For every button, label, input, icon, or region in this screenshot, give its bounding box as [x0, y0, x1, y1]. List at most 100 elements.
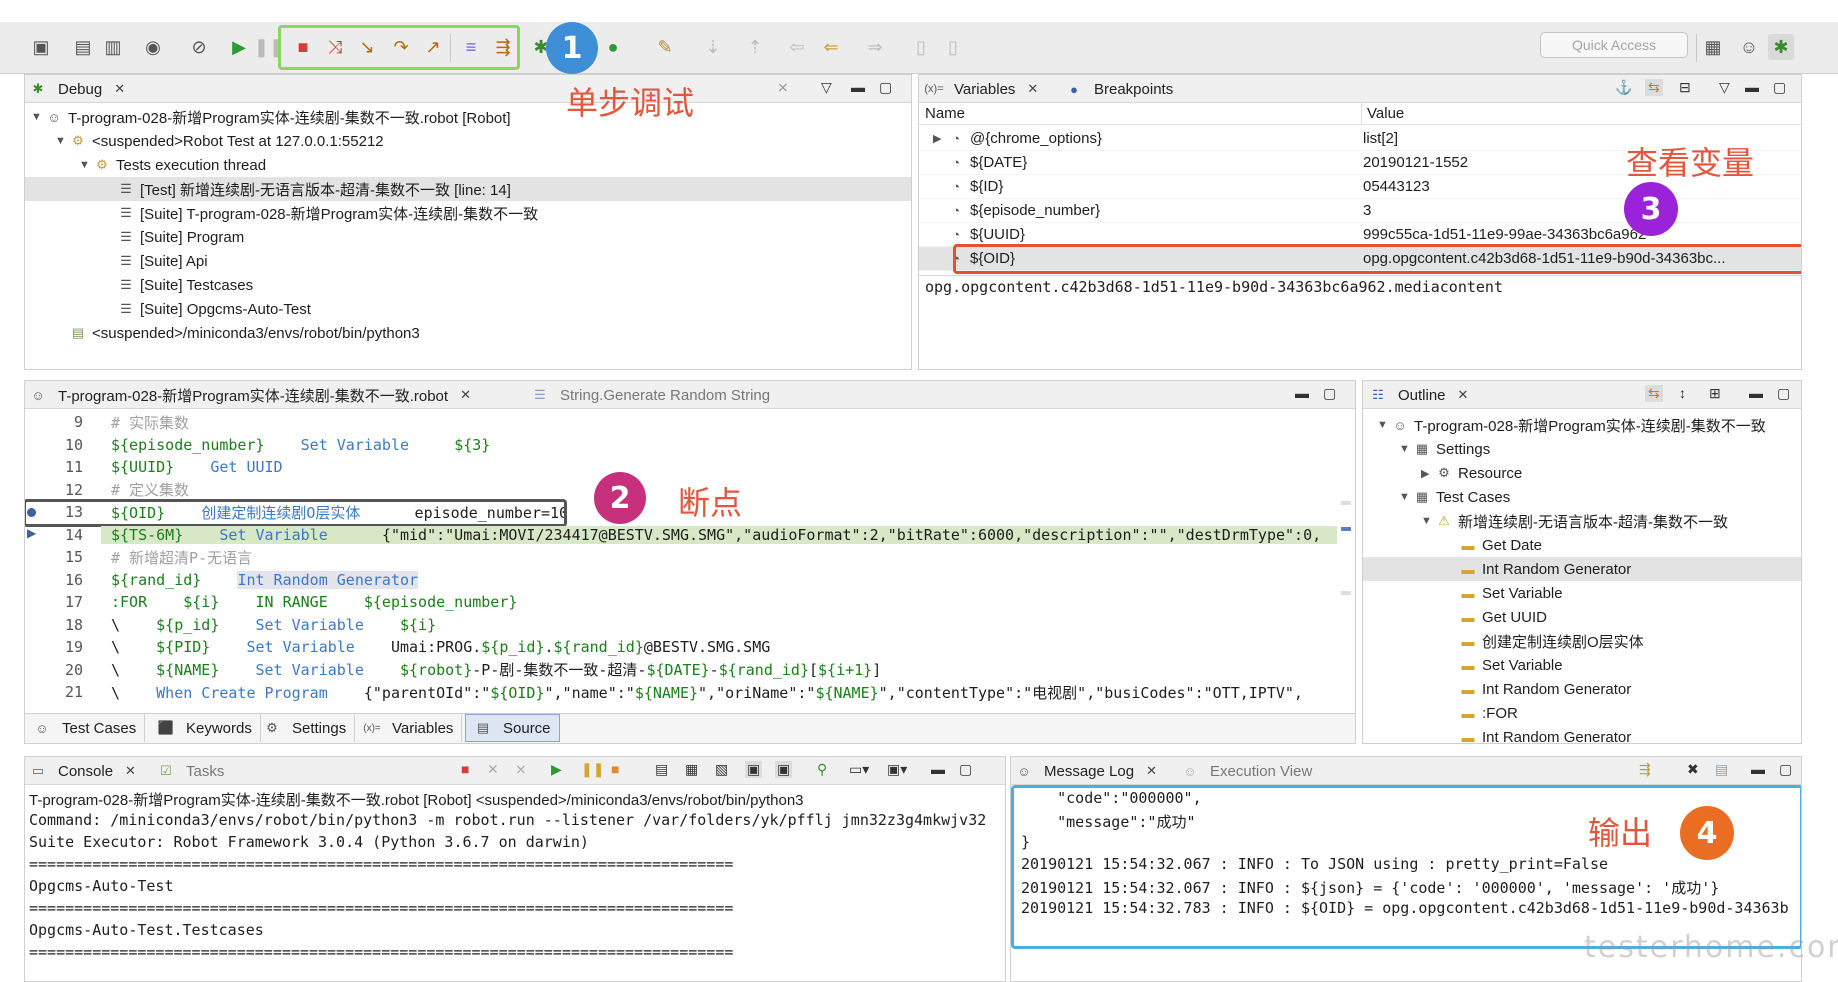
display-console-icon[interactable]: ▭▾: [849, 761, 869, 778]
tab-breakpoints[interactable]: ● Breakpoints: [1065, 75, 1173, 103]
outline-item[interactable]: ▶ ⚙ Resource: [1363, 461, 1801, 485]
page-tab-variables[interactable]: (x)= Variables: [355, 714, 463, 742]
minimize-icon[interactable]: ▬: [931, 761, 945, 777]
resume-icon[interactable]: ▶: [226, 34, 252, 60]
show-types-icon[interactable]: ⚓: [1615, 79, 1632, 96]
tab-outline[interactable]: ☷ Outline ✕: [1369, 381, 1468, 409]
column-value[interactable]: Value: [1367, 105, 1404, 122]
console-output[interactable]: T-program-028-新增Program实体-连续剧-集数不一致.robo…: [25, 789, 1005, 981]
close-icon[interactable]: ✕: [1458, 387, 1469, 403]
word-wrap-icon[interactable]: ▧: [715, 761, 728, 778]
outline-item[interactable]: ▬ Get Date: [1363, 533, 1801, 557]
open-perspective-icon[interactable]: ▦: [1700, 34, 1726, 60]
editor-icon[interactable]: ▯: [940, 34, 966, 60]
close-icon[interactable]: ✕: [125, 763, 136, 779]
external-tools-icon[interactable]: ✎: [652, 34, 678, 60]
view-menu-icon[interactable]: ▽: [1719, 79, 1730, 96]
show-stderr-icon[interactable]: ▣: [775, 761, 793, 778]
prev-annotation-icon[interactable]: ⇡: [742, 34, 768, 60]
remove-all-launches-icon[interactable]: ⨯: [515, 761, 527, 778]
tree-item-frame-test[interactable]: ☰ [Test] 新增连续剧-无语言版本-超清-集数不一致 [line: 14]: [25, 177, 911, 201]
maximize-icon[interactable]: ▢: [879, 79, 892, 96]
maximize-icon[interactable]: ▢: [959, 761, 972, 778]
maximize-icon[interactable]: ▢: [1777, 385, 1790, 402]
outline-item[interactable]: ▬ Get UUID: [1363, 605, 1801, 629]
overview-ruler-mark[interactable]: [1341, 527, 1351, 531]
tree-item-launch[interactable]: ▼ ☺ T-program-028-新增Program实体-连续剧-集数不一致.r…: [25, 105, 911, 129]
collapse-all-icon[interactable]: ⊟: [1679, 79, 1691, 96]
expand-icon[interactable]: ▶: [1421, 467, 1435, 480]
page-tab-test-cases[interactable]: ☺ Test Cases: [25, 714, 146, 742]
collapse-icon[interactable]: ▼: [31, 111, 45, 123]
outline-item[interactable]: ▼ ☺ T-program-028-新增Program实体-连续剧-集数不一致: [1363, 413, 1801, 437]
remove-launch-icon[interactable]: ✕: [487, 761, 499, 778]
page-tab-settings[interactable]: ⚙ Settings: [255, 714, 356, 742]
pin-console-icon[interactable]: ⚲: [817, 761, 827, 778]
show-stdout-icon[interactable]: ▣: [745, 761, 763, 778]
save-icon[interactable]: ▤: [70, 34, 96, 60]
minimize-icon[interactable]: ▬: [1751, 761, 1765, 777]
close-icon[interactable]: ✕: [114, 81, 125, 97]
forward-icon[interactable]: ⇒: [862, 34, 888, 60]
close-icon[interactable]: ✕: [460, 387, 471, 403]
tree-item-frame-suite[interactable]: ☰ [Suite] Testcases: [25, 273, 911, 297]
tab-tasks[interactable]: ☑ Tasks: [157, 757, 224, 785]
quick-access-input[interactable]: Quick Access: [1540, 32, 1688, 58]
outline-item[interactable]: ▬ Int Random Generator: [1363, 725, 1801, 744]
terminate-icon[interactable]: ■: [461, 761, 469, 777]
collapse-icon[interactable]: ▼: [55, 135, 69, 147]
pin-icon[interactable]: ▯: [908, 34, 934, 60]
sort-icon[interactable]: ↕: [1679, 385, 1686, 401]
clear-console-icon[interactable]: ▤: [655, 761, 668, 778]
collapse-icon[interactable]: ▼: [1399, 491, 1413, 503]
maximize-icon[interactable]: ▢: [1323, 385, 1336, 402]
close-icon[interactable]: ✕: [1146, 763, 1157, 779]
word-wrap-icon[interactable]: ⇶: [1639, 761, 1651, 778]
outline-item[interactable]: ▬ Set Variable: [1363, 581, 1801, 605]
outline-item-selected[interactable]: ▬ Int Random Generator: [1363, 557, 1801, 581]
resume-icon[interactable]: ▶: [551, 761, 562, 778]
clear-log-icon[interactable]: ✖: [1687, 761, 1699, 778]
close-icon[interactable]: ✕: [1027, 81, 1038, 97]
tab-robot-file[interactable]: ☺ T-program-028-新增Program实体-连续剧-集数不一致.ro…: [29, 381, 471, 409]
view-menu-icon[interactable]: ▽: [821, 79, 832, 96]
variable-detail-pane[interactable]: opg.opgcontent.c42b3d68-1d51-11e9-b90d-3…: [919, 275, 1801, 369]
expand-all-icon[interactable]: ⊞: [1709, 385, 1721, 402]
code-area[interactable]: 9 # 实际集数 10 ${episode_number} Set Variab…: [25, 411, 1355, 713]
open-console-icon[interactable]: ▣▾: [887, 761, 907, 778]
robot-perspective-icon[interactable]: ☺: [1736, 34, 1762, 60]
outline-item[interactable]: ▼ ▦ Test Cases: [1363, 485, 1801, 509]
next-annotation-icon[interactable]: ⇣: [700, 34, 726, 60]
tree-item-frame-suite[interactable]: ☰ [Suite] Api: [25, 249, 911, 273]
minimize-icon[interactable]: ▬: [1749, 385, 1763, 401]
outline-item[interactable]: ▼ ▦ Settings: [1363, 437, 1801, 461]
minimize-icon[interactable]: ▬: [851, 79, 865, 95]
collapse-icon[interactable]: ▼: [1399, 443, 1413, 455]
outline-item[interactable]: ▬ Int Random Generator: [1363, 677, 1801, 701]
profile-icon[interactable]: ◉: [140, 34, 166, 60]
tree-item-target[interactable]: ▼ ⚙ <suspended>Robot Test at 127.0.0.1:55…: [25, 129, 911, 153]
save-log-icon[interactable]: ▤: [1715, 761, 1728, 778]
outline-item[interactable]: ▬:FOR: [1363, 701, 1801, 725]
stop-icon[interactable]: ■: [611, 761, 619, 777]
outline-item[interactable]: ▬ 创建定制连续剧O层实体: [1363, 629, 1801, 653]
link-editor-icon[interactable]: ⇆: [1645, 385, 1663, 402]
new-icon[interactable]: ▣: [28, 34, 54, 60]
column-name[interactable]: Name: [925, 105, 965, 122]
tree-item-frame-suite[interactable]: ☰ [Suite] T-program-028-新增Program实体-连续剧-…: [25, 201, 911, 225]
tab-console[interactable]: ▭ Console ✕: [29, 757, 136, 785]
tab-debug[interactable]: ✱ Debug ✕: [29, 75, 126, 103]
back-icon[interactable]: ⇐: [818, 34, 844, 60]
tab-variables[interactable]: (x)= Variables ✕: [924, 75, 1038, 103]
skip-breakpoints-icon[interactable]: ⊘: [186, 34, 212, 60]
run-icon[interactable]: ●: [600, 34, 626, 60]
debug-perspective-icon[interactable]: ✱: [1768, 34, 1794, 60]
page-tab-source[interactable]: ▤ Source: [465, 714, 560, 742]
tab-keyword-source[interactable]: ☰ String.Generate Random String: [531, 381, 770, 409]
maximize-icon[interactable]: ▢: [1779, 761, 1792, 778]
expand-icon[interactable]: ▶: [933, 132, 947, 145]
overview-ruler-mark[interactable]: [1341, 501, 1351, 505]
suspend-icon[interactable]: ❚❚: [581, 761, 604, 778]
remove-all-icon[interactable]: ⨯: [777, 79, 789, 96]
tree-item-frame-suite[interactable]: ☰ [Suite] Program: [25, 225, 911, 249]
